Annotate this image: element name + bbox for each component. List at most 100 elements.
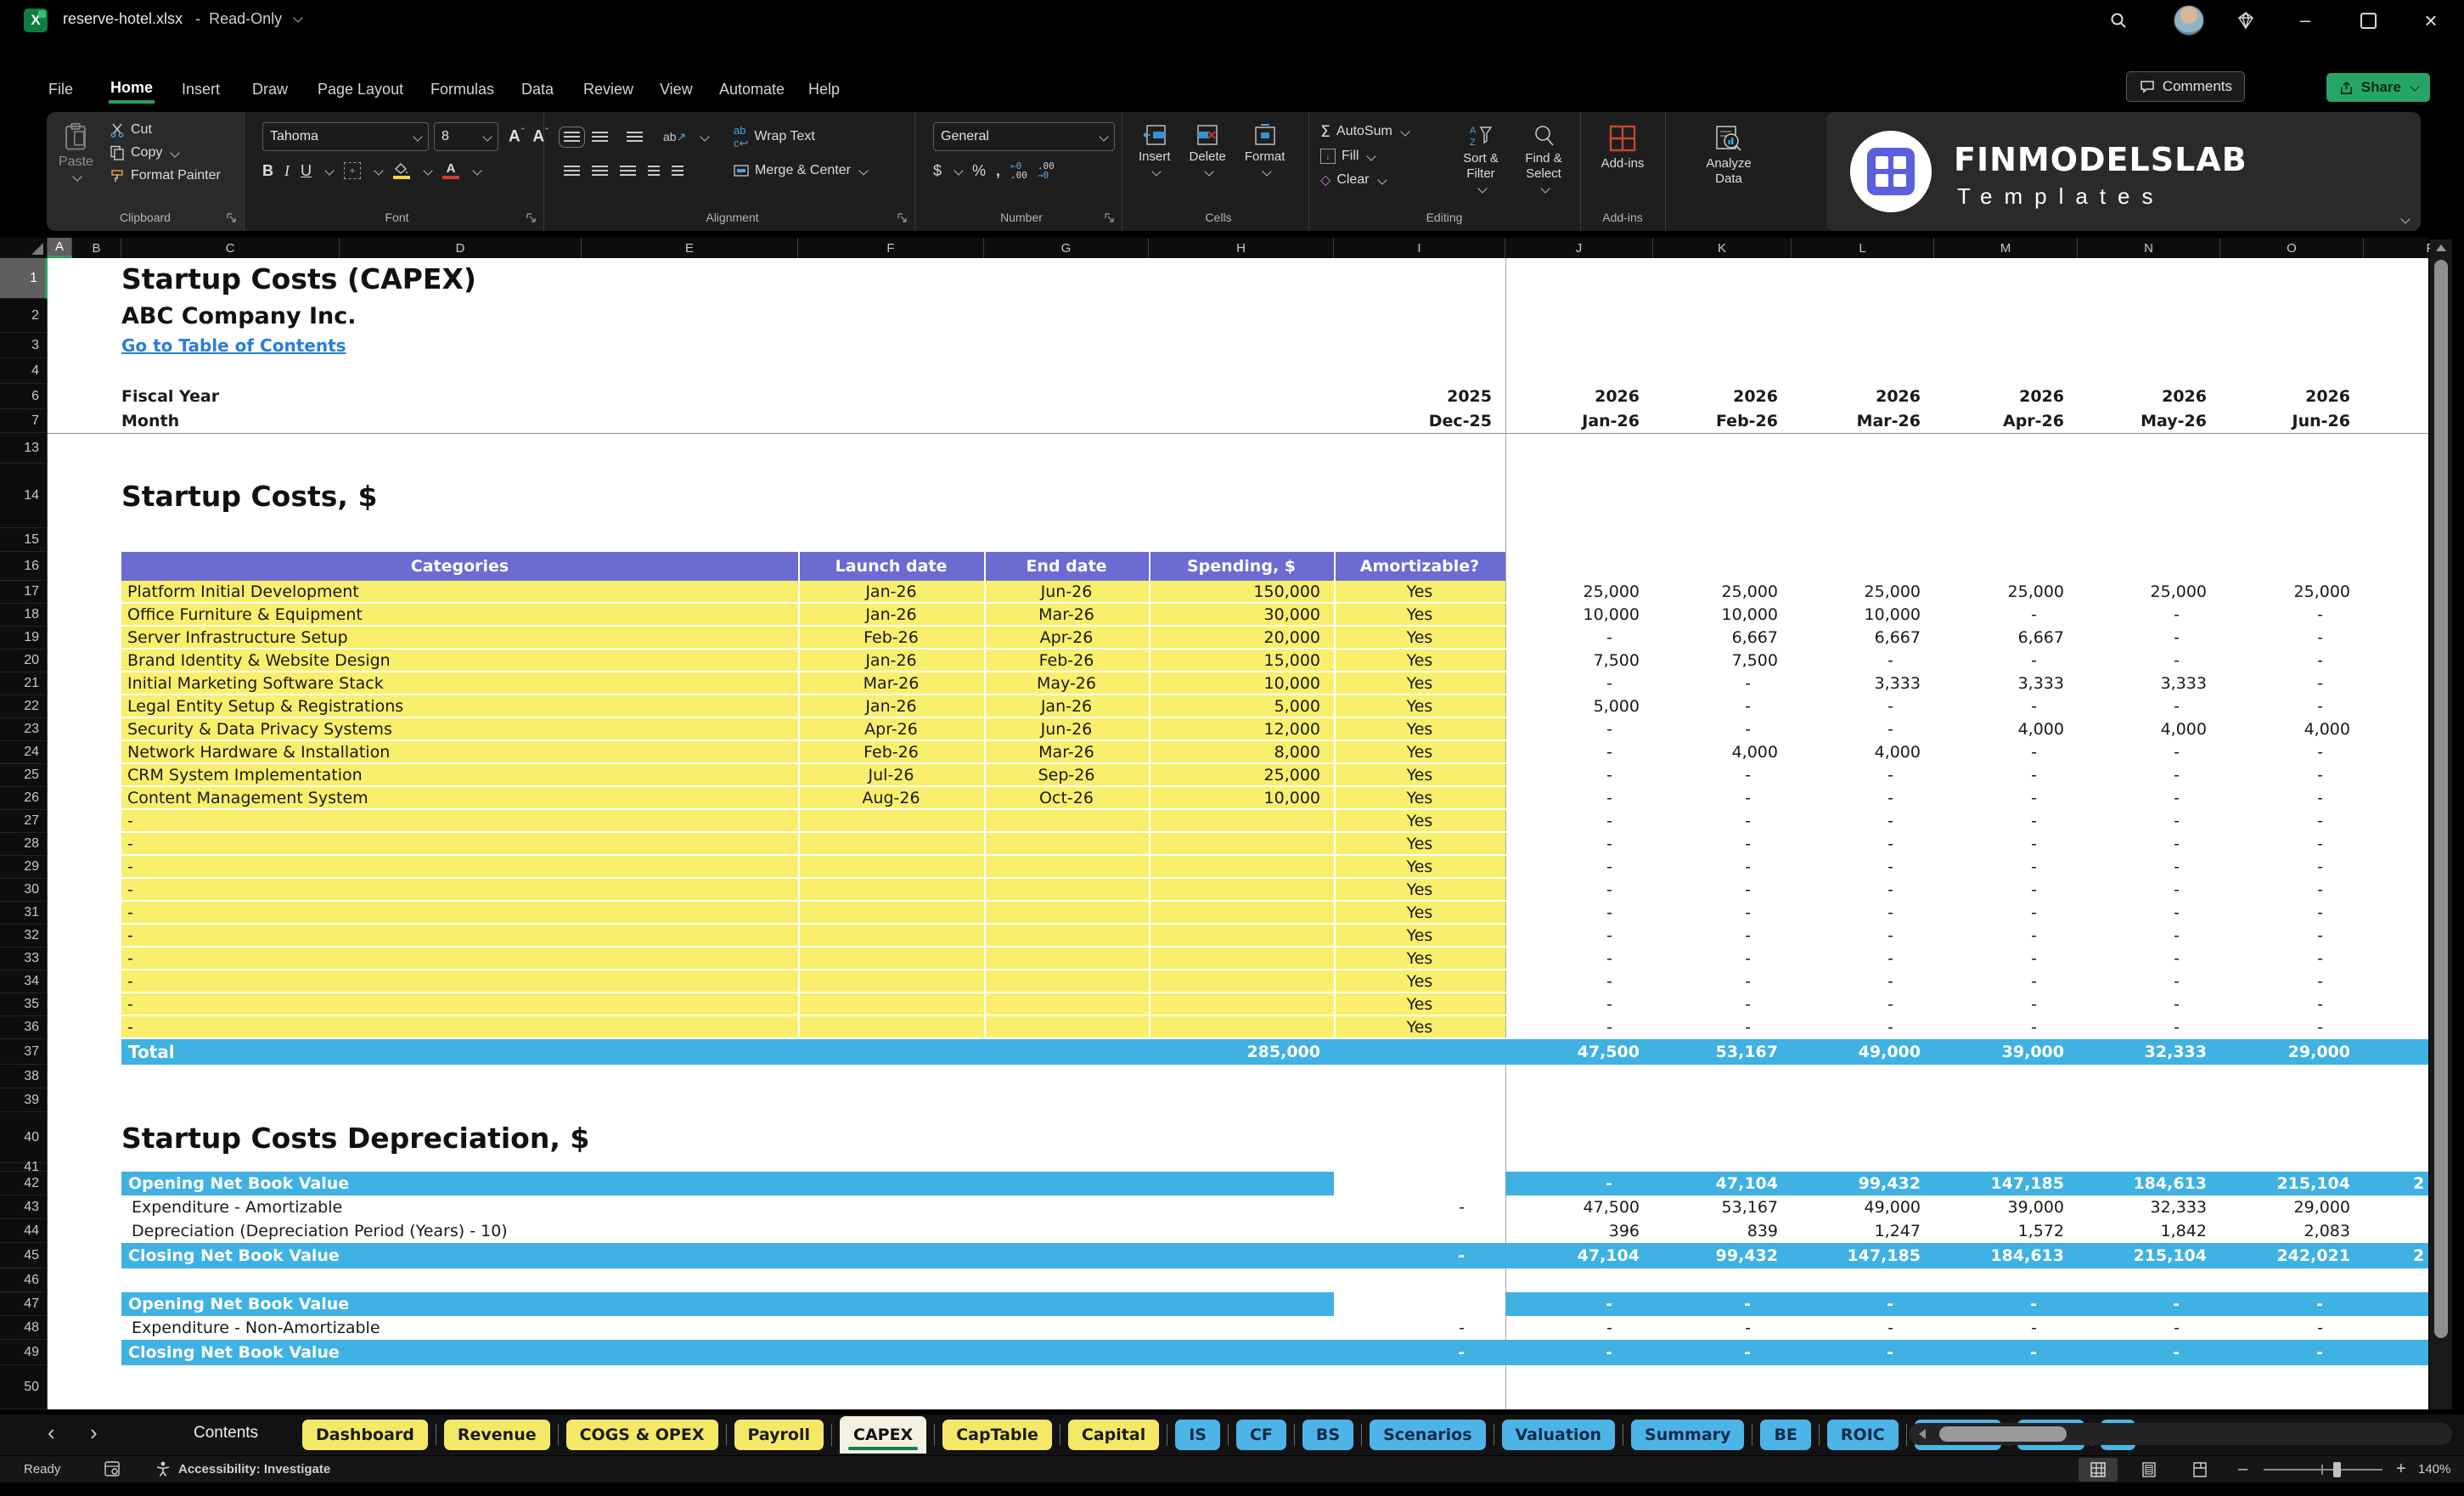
value-cell-J[interactable]: 5,000 <box>1505 695 1640 717</box>
value-cell-N[interactable]: - <box>2078 925 2180 946</box>
value-cell-O[interactable]: 4,000 <box>2220 718 2350 740</box>
menu-tab-page-layout[interactable]: Page Layout <box>316 76 405 104</box>
section1-title-cell[interactable]: Startup Costs, $ <box>121 464 886 528</box>
value-cell-L[interactable]: - <box>1792 764 1893 785</box>
category-cell[interactable]: - <box>127 810 297 831</box>
value-cell-J[interactable]: - <box>1505 993 1612 1015</box>
page-layout-view-button[interactable] <box>2129 1458 2169 1482</box>
value-cell-I[interactable]: - <box>1334 1243 1465 1268</box>
align-center-icon[interactable] <box>592 165 608 177</box>
category-cell[interactable]: - <box>127 902 297 923</box>
value-cell-N[interactable]: - <box>2078 627 2180 648</box>
sheet-tab-captable[interactable]: CapTable <box>942 1420 1052 1450</box>
value-cell-M[interactable]: - <box>1934 1316 2037 1340</box>
value-cell-N[interactable]: - <box>2078 764 2180 785</box>
find-select-button[interactable]: Find & Select <box>1517 124 1570 194</box>
increase-font-size-button[interactable]: Aˆ <box>509 127 524 146</box>
accessibility-icon[interactable] <box>155 1460 172 1477</box>
cut-button[interactable]: Cut <box>110 122 221 138</box>
addins-button[interactable]: Add-ins <box>1592 124 1653 172</box>
decrease-decimal-button[interactable]: .00 →0 <box>1038 161 1055 180</box>
decrease-font-size-button[interactable]: Aˇ <box>532 127 548 146</box>
value-cell-N[interactable]: - <box>2078 604 2180 625</box>
account-avatar[interactable] <box>2174 5 2204 36</box>
value-cell-N[interactable]: - <box>2078 1340 2180 1365</box>
value-cell-K[interactable]: - <box>1653 810 1751 831</box>
share-button[interactable]: Share <box>2326 73 2430 102</box>
zoom-slider[interactable] <box>2264 1469 2382 1471</box>
amortizable-cell[interactable]: Yes <box>1334 970 1505 992</box>
value-cell-L[interactable]: - <box>1792 856 1893 877</box>
value-cell-M[interactable]: 39,000 <box>1934 1195 2064 1219</box>
accounting-format-button[interactable]: $ <box>933 162 942 180</box>
value-cell-K[interactable]: - <box>1653 718 1751 740</box>
value-cell-O[interactable]: 25,000 <box>2220 581 2350 602</box>
launch-date-cell[interactable]: Apr-26 <box>798 718 984 740</box>
category-cell[interactable]: Server Infrastructure Setup <box>127 627 798 648</box>
category-cell[interactable]: Office Furniture & Equipment <box>127 604 798 625</box>
value-cell-J[interactable]: - <box>1505 787 1612 808</box>
row-header-38[interactable]: 38 <box>0 1065 48 1088</box>
end-date-cell[interactable]: Apr-26 <box>984 627 1149 648</box>
value-cell-O[interactable]: - <box>2220 1316 2323 1340</box>
row-header-25[interactable]: 25 <box>0 764 48 787</box>
align-top-icon[interactable] <box>559 126 585 148</box>
row-header-27[interactable]: 27 <box>0 810 48 833</box>
category-cell[interactable]: - <box>127 948 297 969</box>
comma-style-button[interactable]: , <box>996 162 1000 180</box>
launch-date-cell[interactable]: Feb-26 <box>798 741 984 762</box>
row-header-44[interactable]: 44 <box>0 1219 48 1243</box>
company-cell[interactable]: ABC Company Inc. <box>121 299 886 333</box>
value-cell-M[interactable]: - <box>1934 925 2037 946</box>
wrap-text-button[interactable]: ab c↩ Wrap Text <box>734 124 815 150</box>
clear-button[interactable]: ◇ Clear <box>1320 172 1409 188</box>
vertical-scrollbar-thumb[interactable] <box>2434 260 2448 1338</box>
value-cell-O[interactable]: - <box>2220 672 2323 694</box>
spending-cell[interactable]: 150,000 <box>1149 581 1320 602</box>
row-header-32[interactable]: 32 <box>0 925 48 948</box>
value-cell-L[interactable]: 25,000 <box>1792 581 1921 602</box>
value-cell-M[interactable]: - <box>1934 1016 2037 1038</box>
sheet-tab-be[interactable]: BE <box>1760 1420 1811 1450</box>
gem-icon[interactable] <box>2231 7 2260 34</box>
value-cell-O[interactable]: 215,104 <box>2220 1172 2350 1195</box>
font-color-chevron-icon[interactable] <box>472 166 482 176</box>
fiscal-year-label[interactable]: Fiscal Year <box>121 384 376 409</box>
amortizable-cell[interactable]: Yes <box>1334 810 1505 831</box>
accounting-chevron-icon[interactable] <box>954 166 964 176</box>
value-cell-K[interactable]: 53,167 <box>1653 1039 1778 1065</box>
menu-tab-review[interactable]: Review <box>582 76 635 104</box>
value-cell-J[interactable]: - <box>1505 1172 1612 1195</box>
amortizable-cell[interactable]: Yes <box>1334 856 1505 877</box>
row-header-13[interactable]: 13 <box>0 433 48 464</box>
format-cells-button[interactable]: Format <box>1245 124 1285 177</box>
value-cell-I[interactable]: - <box>1334 1195 1465 1219</box>
row-header-4[interactable]: 4 <box>0 358 48 384</box>
row-header-42[interactable]: 42 <box>0 1172 48 1195</box>
value-cell-K[interactable]: - <box>1653 1316 1751 1340</box>
category-cell[interactable]: - <box>127 1016 297 1038</box>
value-cell-K[interactable]: - <box>1653 695 1751 717</box>
row-header-28[interactable]: 28 <box>0 833 48 856</box>
spending-cell[interactable]: 5,000 <box>1149 695 1320 717</box>
value-cell-L[interactable]: - <box>1792 650 1893 671</box>
category-cell[interactable]: Legal Entity Setup & Registrations <box>127 695 798 717</box>
value-cell-M[interactable]: - <box>1934 948 2037 969</box>
category-cell[interactable]: - <box>127 879 297 900</box>
value-cell-L[interactable]: 3,333 <box>1792 672 1921 694</box>
row-header-31[interactable]: 31 <box>0 902 48 925</box>
column-header-B[interactable]: B <box>72 238 121 258</box>
row-header-47[interactable]: 47 <box>0 1292 48 1316</box>
clipped-next-column-value[interactable]: 2 <box>2413 1243 2427 1268</box>
font-color-button[interactable]: A <box>442 162 459 179</box>
launch-date-cell[interactable]: Jan-26 <box>798 581 984 602</box>
value-cell-K[interactable]: 4,000 <box>1653 741 1778 762</box>
insert-cells-button[interactable]: Insert <box>1139 124 1171 177</box>
value-cell-L[interactable]: 6,667 <box>1792 627 1921 648</box>
value-cell-L[interactable]: 49,000 <box>1792 1195 1921 1219</box>
column-header-M[interactable]: M <box>1934 238 2078 258</box>
clipboard-dialog-launcher-icon[interactable] <box>226 212 237 223</box>
end-date-cell[interactable]: Jun-26 <box>984 581 1149 602</box>
sheet-tab-revenue[interactable]: Revenue <box>443 1420 550 1450</box>
align-middle-icon[interactable] <box>592 131 608 143</box>
